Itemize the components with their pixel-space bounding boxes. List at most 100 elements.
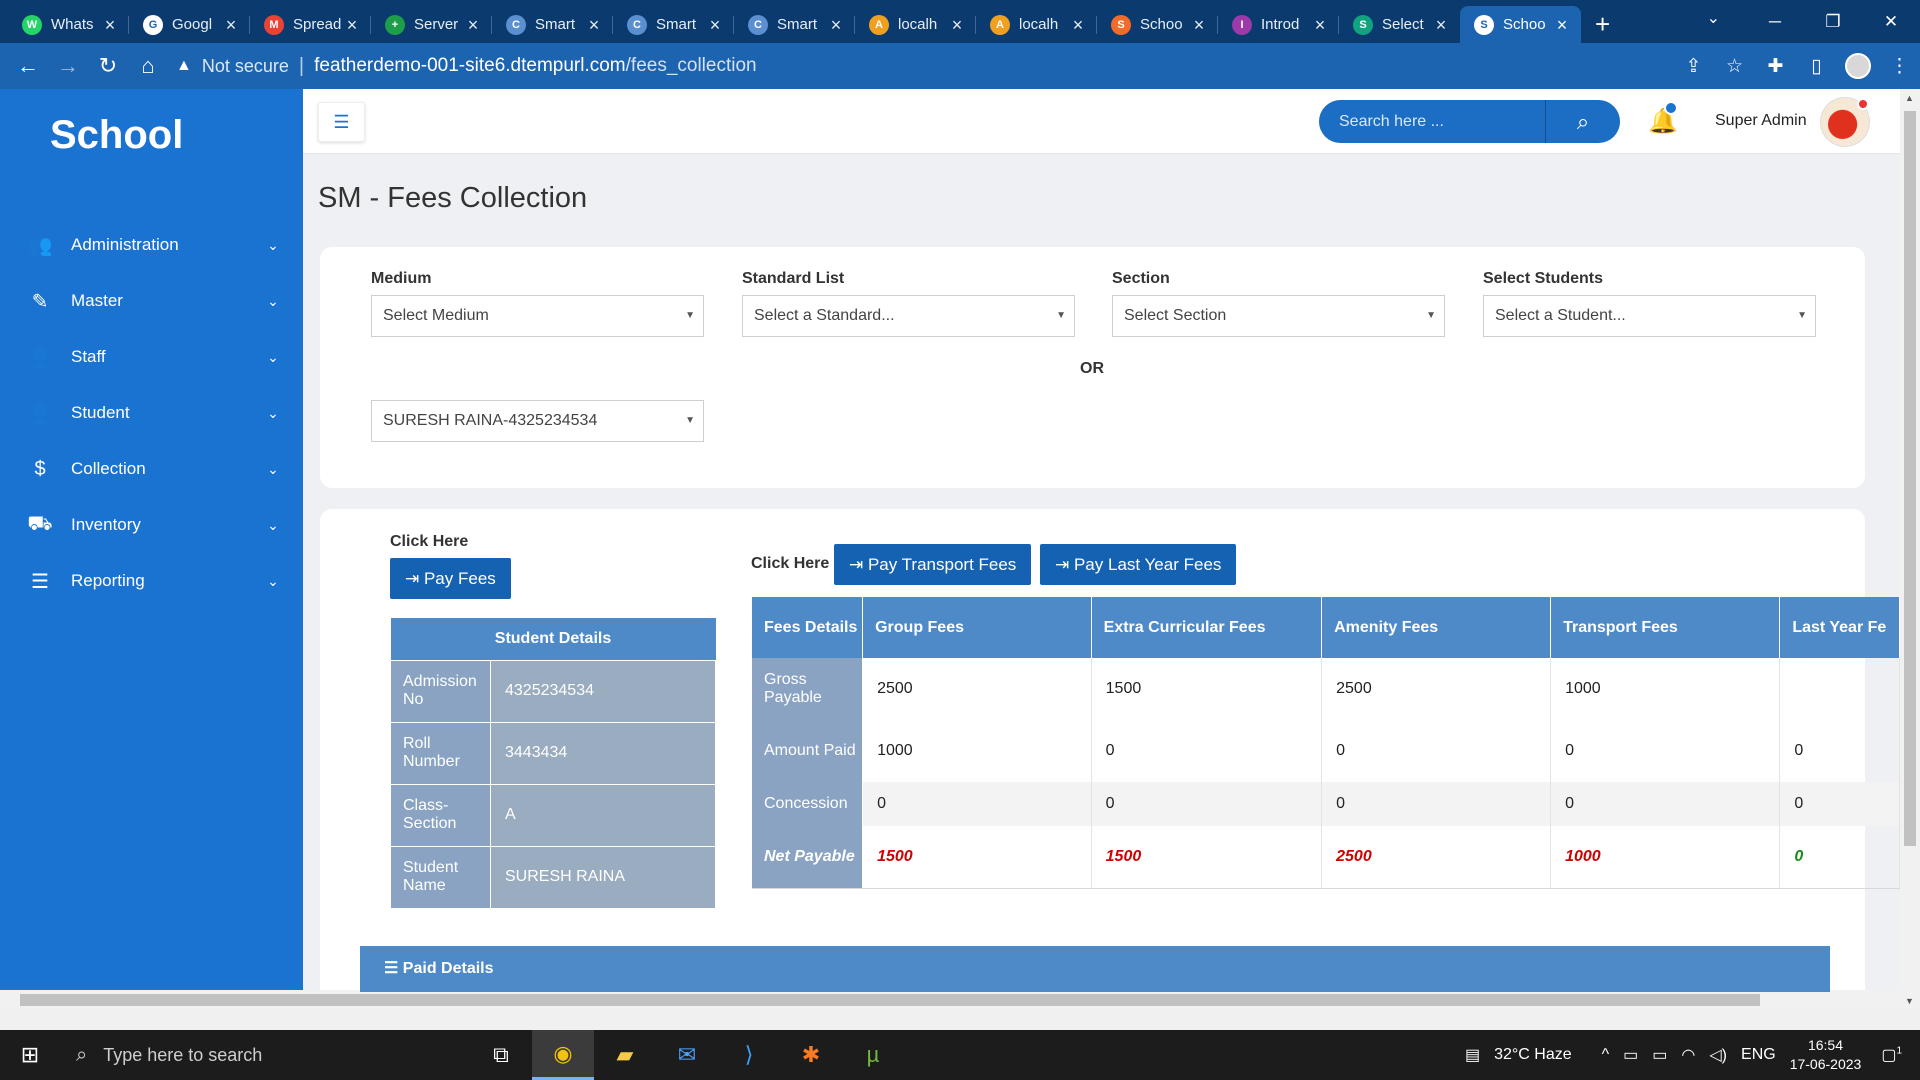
browser-tab[interactable]: S Select × (1339, 6, 1460, 43)
close-window-icon[interactable]: ✕ (1862, 0, 1920, 43)
browser-tab[interactable]: C Smart × (613, 6, 734, 43)
clock[interactable]: 16:54 17-06-2023 (1790, 1036, 1862, 1074)
new-tab-button[interactable]: + (1595, 6, 1610, 43)
star-icon[interactable]: ☆ (1714, 55, 1755, 78)
device-icon[interactable]: ▭ (1623, 1045, 1638, 1065)
chrome-icon[interactable]: ◉ (532, 1030, 594, 1080)
sidebar-item-collection[interactable]: $ Collection ⌄ (0, 441, 303, 497)
reload-icon[interactable]: ↻ (88, 53, 128, 79)
horizontal-scroll-thumb[interactable] (20, 994, 1760, 1006)
close-tab-icon[interactable]: × (1069, 16, 1087, 34)
search-icon[interactable]: ⌕ (1546, 100, 1620, 143)
section-select[interactable]: Select Section ▼ (1112, 295, 1445, 337)
notification-bell-icon[interactable]: 🔔 (1648, 101, 1678, 136)
close-tab-icon[interactable]: × (343, 16, 361, 34)
url-field[interactable]: ▲ Not secure | featherdemo-001-site6.dte… (176, 49, 1920, 83)
share-icon[interactable]: ⇪ (1673, 55, 1714, 78)
online-status-dot (1857, 98, 1869, 110)
task-view-icon[interactable]: ⧉ (470, 1030, 532, 1080)
standard-select[interactable]: Select a Standard... ▼ (742, 295, 1075, 337)
sidebar-item-administration[interactable]: 👥 Administration ⌄ (0, 217, 303, 273)
windows-start-icon[interactable]: ⊞ (0, 1030, 60, 1080)
close-tab-icon[interactable]: × (222, 16, 240, 34)
student-select[interactable]: Select a Student... ▼ (1483, 295, 1816, 337)
sidebar-item-student[interactable]: 👤 Student ⌄ (0, 385, 303, 441)
close-tab-icon[interactable]: × (948, 16, 966, 34)
sidebar-item-master[interactable]: ✎ Master ⌄ (0, 273, 303, 329)
browser-tab[interactable]: Alocalh × (855, 6, 976, 43)
users-icon: 👥 (27, 234, 53, 257)
vertical-scroll-thumb[interactable] (1904, 111, 1916, 846)
forward-icon[interactable]: → (48, 53, 88, 79)
close-tab-icon[interactable]: × (1432, 16, 1450, 34)
browser-tab[interactable]: C Smart × (734, 6, 855, 43)
language-indicator[interactable]: ENG (1741, 1046, 1776, 1064)
minimize-icon[interactable]: ─ (1746, 0, 1804, 43)
close-tab-icon[interactable]: × (101, 16, 119, 34)
browser-tab[interactable]: G Googl × (129, 6, 250, 43)
taskbar-search[interactable]: ⌕ Type here to search (60, 1030, 410, 1080)
browser-tab[interactable]: S Schoo × (1460, 6, 1581, 43)
pay-fees-button[interactable]: ⇥ Pay Fees (390, 558, 511, 599)
profile-avatar[interactable] (1845, 53, 1871, 79)
close-tab-icon[interactable]: × (1311, 16, 1329, 34)
tab-favicon-icon: C (506, 14, 526, 35)
file-explorer-icon[interactable]: ▰ (594, 1030, 656, 1080)
tab-favicon-icon: W (22, 14, 42, 35)
browser-tab[interactable]: Alocalh × (976, 6, 1097, 43)
chevron-up-icon[interactable]: ^ (1602, 1046, 1610, 1064)
sidebar-item-label: Reporting (71, 571, 145, 590)
extensions-icon[interactable]: ✚ (1755, 55, 1796, 78)
fees-cell: 0 (862, 782, 1092, 826)
table-row: Admission No 4325234534 (390, 659, 716, 723)
close-tab-icon[interactable]: × (1190, 16, 1208, 34)
mail-icon[interactable]: ✉ (656, 1030, 718, 1080)
browser-tab[interactable]: M Spread × (250, 6, 371, 43)
student-direct-select[interactable]: SURESH RAINA-4325234534 ▼ (371, 400, 704, 442)
back-icon[interactable]: ← (8, 53, 48, 79)
brand-logo[interactable]: School (50, 113, 183, 158)
browser-tab[interactable]: S Schoo × (1097, 6, 1218, 43)
browser-tab[interactable]: + Server × (371, 6, 492, 43)
detail-key: Student Name (390, 845, 491, 909)
pay-last-year-fees-button[interactable]: ⇥ Pay Last Year Fees (1040, 544, 1237, 585)
browser-tab-strip: W Whats × G Googl × M Spread × + Server × C Smart × C Sm… (0, 0, 1920, 43)
notification-center-icon[interactable]: ▢1 (1881, 1045, 1902, 1065)
vertical-scrollbar[interactable]: ▲ ▼ (1900, 89, 1920, 1010)
weather-text[interactable]: 32°C Haze (1494, 1046, 1572, 1064)
close-tab-icon[interactable]: × (706, 16, 724, 34)
table-row: Gross Payable 2500 1500 2500 1000 (752, 658, 1900, 720)
sidepanel-icon[interactable]: ▯ (1796, 55, 1837, 78)
browser-tab[interactable]: I Introd × (1218, 6, 1339, 43)
sidebar-item-inventory[interactable]: ⛟ Inventory ⌄ (0, 497, 303, 553)
pay-transport-fees-button[interactable]: ⇥ Pay Transport Fees (834, 544, 1032, 585)
search-input[interactable]: Search here ... (1319, 100, 1546, 143)
vscode-icon[interactable]: ⟩ (718, 1030, 780, 1080)
tab-favicon-icon: S (1111, 14, 1131, 35)
close-tab-icon[interactable]: × (827, 16, 845, 34)
close-tab-icon[interactable]: × (585, 16, 603, 34)
battery-icon[interactable]: ▭ (1652, 1045, 1667, 1065)
tab-search-icon[interactable]: ⌄ (1707, 8, 1720, 28)
horizontal-scrollbar[interactable] (0, 990, 1900, 1010)
xampp-icon[interactable]: ✱ (780, 1030, 842, 1080)
user-name[interactable]: Super Admin (1715, 112, 1807, 130)
sidebar-item-staff[interactable]: 👤 Staff ⌄ (0, 329, 303, 385)
hamburger-menu-icon[interactable]: ☰ (318, 102, 365, 142)
paid-details-header[interactable]: ☰ Paid Details (360, 946, 1830, 992)
medium-select[interactable]: Select Medium ▼ (371, 295, 704, 337)
wifi-icon[interactable]: ◠ (1681, 1045, 1695, 1065)
home-icon[interactable]: ⌂ (128, 53, 168, 79)
browser-tab[interactable]: W Whats × (8, 6, 129, 43)
menu-kebab-icon[interactable]: ⋮ (1879, 55, 1920, 78)
tab-list: W Whats × G Googl × M Spread × + Server × C Smart × C Sm… (8, 0, 1581, 43)
sidebar-item-reporting[interactable]: ☰ Reporting ⌄ (0, 553, 303, 609)
browser-tab[interactable]: C Smart × (492, 6, 613, 43)
restore-icon[interactable]: ❐ (1804, 0, 1862, 43)
close-tab-icon[interactable]: × (464, 16, 482, 34)
utorrent-icon[interactable]: µ (842, 1030, 904, 1080)
volume-icon[interactable]: ◁) (1709, 1045, 1727, 1065)
top-header: ☰ Search here ... ⌕ 🔔 Super Admin (303, 89, 1900, 154)
close-tab-icon[interactable]: × (1553, 16, 1571, 34)
user-avatar[interactable] (1820, 97, 1870, 147)
